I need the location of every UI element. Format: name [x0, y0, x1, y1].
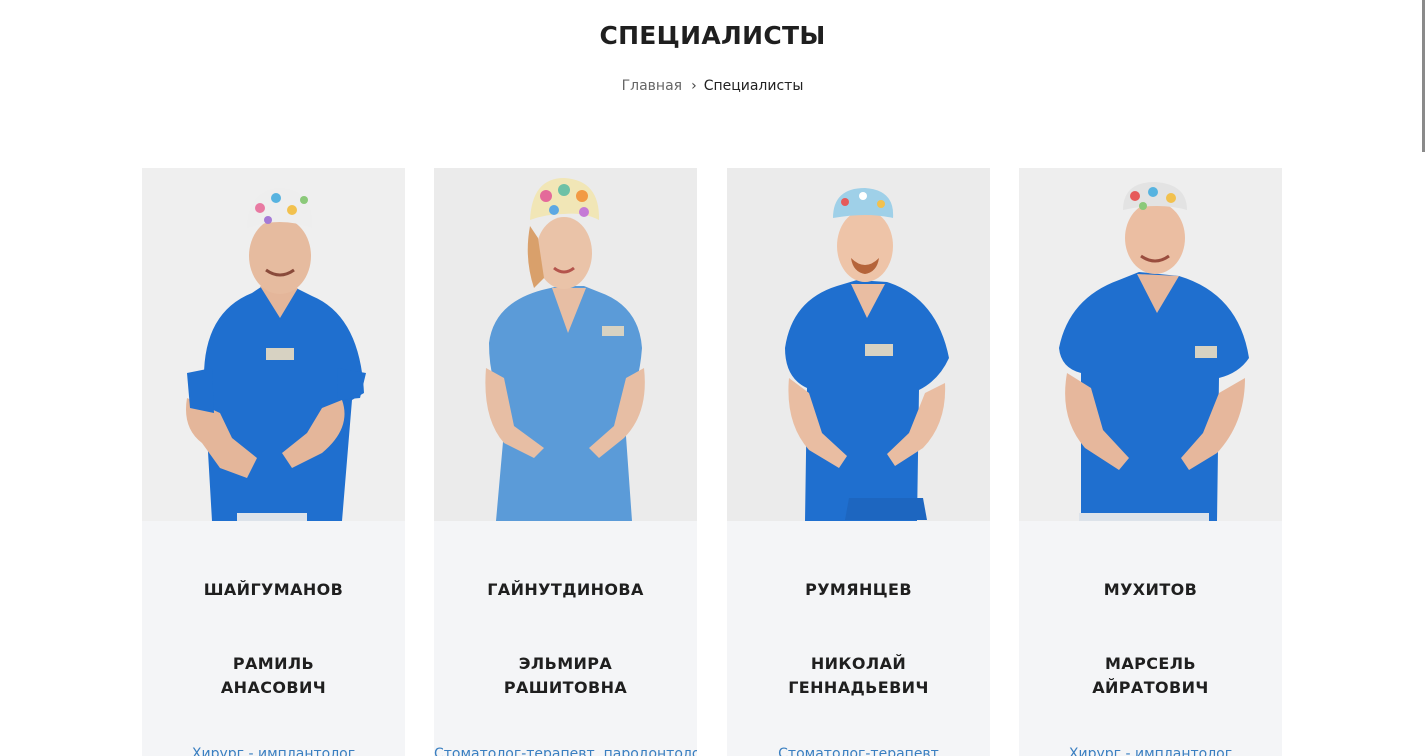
breadcrumb-home-link[interactable]: Главная	[622, 78, 682, 94]
specialists-page: СПЕЦИАЛИСТЫ Главная › Специалисты ШАЙГУМ…	[0, 0, 1425, 756]
specialist-given-name: РАМИЛЬ АНАСОВИЧ	[162, 652, 385, 700]
specialist-first-name: ЭЛЬМИРА	[518, 654, 613, 673]
specialist-surname: МУХИТОВ	[1103, 580, 1198, 599]
specialist-card[interactable]: РУМЯНЦЕВ НИКОЛАЙ ГЕННАДЬЕВИЧ Стоматолог-…	[727, 168, 990, 756]
specialist-role-link[interactable]: Стоматолог-терапевт, пародонтолог	[434, 746, 697, 756]
specialist-given-name: НИКОЛАЙ ГЕННАДЬЕВИЧ	[747, 652, 970, 700]
specialist-photo[interactable]	[434, 168, 697, 521]
specialist-given-name: МАРСЕЛЬ АЙРАТОВИЧ	[1039, 652, 1262, 700]
specialist-given-name: ЭЛЬМИРА РАШИТОВНА	[454, 652, 677, 700]
specialist-photo[interactable]	[1019, 168, 1282, 521]
specialist-role-link[interactable]: Стоматолог-терапевт	[727, 746, 990, 756]
specialist-surname: ГАЙНУТДИНОВА	[487, 580, 644, 599]
breadcrumb: Главная › Специалисты	[0, 78, 1425, 94]
specialist-first-name: РАМИЛЬ	[232, 654, 315, 673]
specialist-card[interactable]: МУХИТОВ МАРСЕЛЬ АЙРАТОВИЧ Хирург - импла…	[1019, 168, 1282, 756]
specialist-card[interactable]: ШАЙГУМАНОВ РАМИЛЬ АНАСОВИЧ Хирург - импл…	[142, 168, 405, 756]
specialist-role-link[interactable]: Хирург - имплантолог	[1019, 746, 1282, 756]
specialist-patronymic: АЙРАТОВИЧ	[1092, 678, 1209, 697]
specialist-first-name: МАРСЕЛЬ	[1105, 654, 1196, 673]
specialist-surname: РУМЯНЦЕВ	[805, 580, 912, 599]
specialist-photo[interactable]	[142, 168, 405, 521]
specialist-patronymic: ГЕННАДЬЕВИЧ	[788, 678, 929, 697]
specialist-role-link[interactable]: Хирург - имплантолог	[142, 746, 405, 756]
specialist-surname: ШАЙГУМАНОВ	[203, 580, 344, 599]
specialist-patronymic: АНАСОВИЧ	[220, 678, 327, 697]
specialist-card[interactable]: ГАЙНУТДИНОВА ЭЛЬМИРА РАШИТОВНА Стоматоло…	[434, 168, 697, 756]
breadcrumb-separator: ›	[691, 78, 697, 94]
breadcrumb-current: Специалисты	[703, 78, 804, 94]
specialist-photo[interactable]	[727, 168, 990, 521]
specialist-first-name: НИКОЛАЙ	[810, 654, 907, 673]
specialist-patronymic: РАШИТОВНА	[503, 678, 628, 697]
page-title: СПЕЦИАЛИСТЫ	[599, 21, 826, 50]
